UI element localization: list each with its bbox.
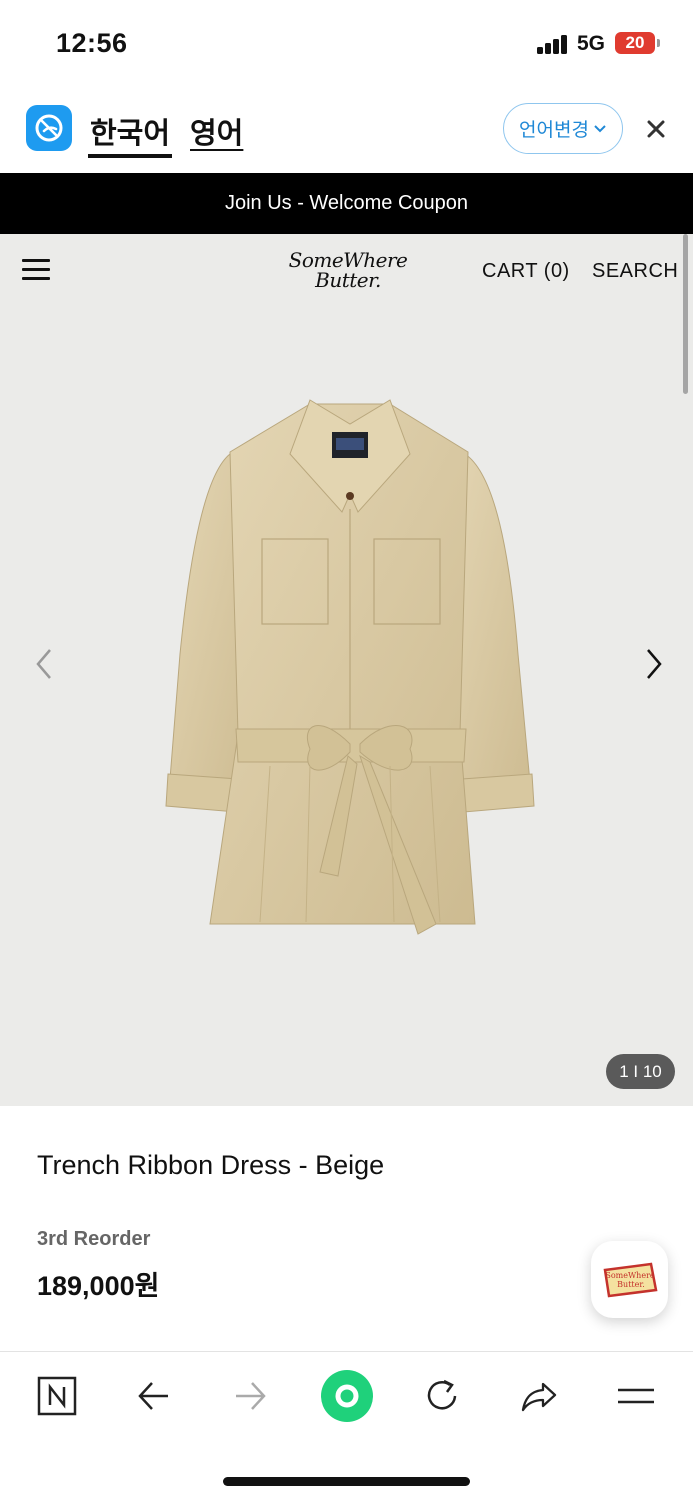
- back-icon[interactable]: [130, 1372, 178, 1420]
- tab-english[interactable]: 영어: [190, 110, 243, 152]
- naver-icon[interactable]: [33, 1372, 81, 1420]
- share-icon[interactable]: [515, 1372, 563, 1420]
- tab-korean[interactable]: 한국어: [87, 110, 173, 158]
- product-gallery: SomeWhere Butter. CART (0) SEARCH 1 I 10: [0, 234, 693, 1106]
- hamburger-menu-icon[interactable]: [22, 259, 50, 281]
- language-change-button[interactable]: 언어변경: [503, 103, 623, 154]
- product-price: 189,000원: [37, 1271, 160, 1301]
- translate-logo-icon: [26, 105, 72, 151]
- brand-logo-line2: Butter.: [315, 268, 381, 292]
- chevron-down-icon: [594, 124, 606, 132]
- signal-icon: [537, 34, 569, 54]
- brand-logo-line1: SomeWhere: [288, 248, 408, 272]
- product-image: [165, 399, 535, 935]
- close-icon[interactable]: [640, 113, 672, 145]
- brand-chat-button[interactable]: SomeWhere Butter.: [591, 1241, 668, 1318]
- scrollbar[interactable]: [683, 234, 688, 394]
- promo-banner[interactable]: Join Us - Welcome Coupon: [0, 173, 693, 234]
- next-image-arrow-icon[interactable]: [640, 644, 666, 684]
- fab-brand-line1: SomeWhere: [605, 1271, 655, 1280]
- fab-brand-line2: Butter.: [617, 1280, 645, 1289]
- brand-logo[interactable]: SomeWhere Butter.: [283, 250, 413, 290]
- network-type: 5G: [577, 32, 606, 55]
- translate-bar: 한국어 영어 언어변경: [0, 88, 693, 173]
- home-indicator: [223, 1477, 470, 1486]
- status-time: 12:56: [56, 28, 128, 58]
- reorder-badge: 3rd Reorder: [37, 1228, 151, 1250]
- browser-toolbar: [0, 1351, 693, 1500]
- home-icon[interactable]: [319, 1368, 375, 1424]
- prev-image-arrow-icon[interactable]: [32, 644, 58, 684]
- brand-badge-icon: SomeWhere Butter.: [603, 1262, 657, 1297]
- language-change-label: 언어변경: [519, 120, 589, 141]
- status-bar: 12:56 5G 20: [0, 0, 693, 88]
- battery-icon: 20: [615, 32, 655, 54]
- product-title: Trench Ribbon Dress - Beige: [37, 1150, 385, 1180]
- menu-icon[interactable]: [612, 1372, 660, 1420]
- search-link[interactable]: SEARCH: [592, 260, 678, 283]
- image-counter: 1 I 10: [606, 1054, 675, 1089]
- battery-tip: [657, 39, 660, 47]
- forward-icon[interactable]: [226, 1372, 274, 1420]
- product-info: Trench Ribbon Dress - Beige 3rd Reorder …: [0, 1106, 693, 1351]
- reload-icon[interactable]: [418, 1372, 466, 1420]
- cart-link[interactable]: CART (0): [482, 260, 570, 283]
